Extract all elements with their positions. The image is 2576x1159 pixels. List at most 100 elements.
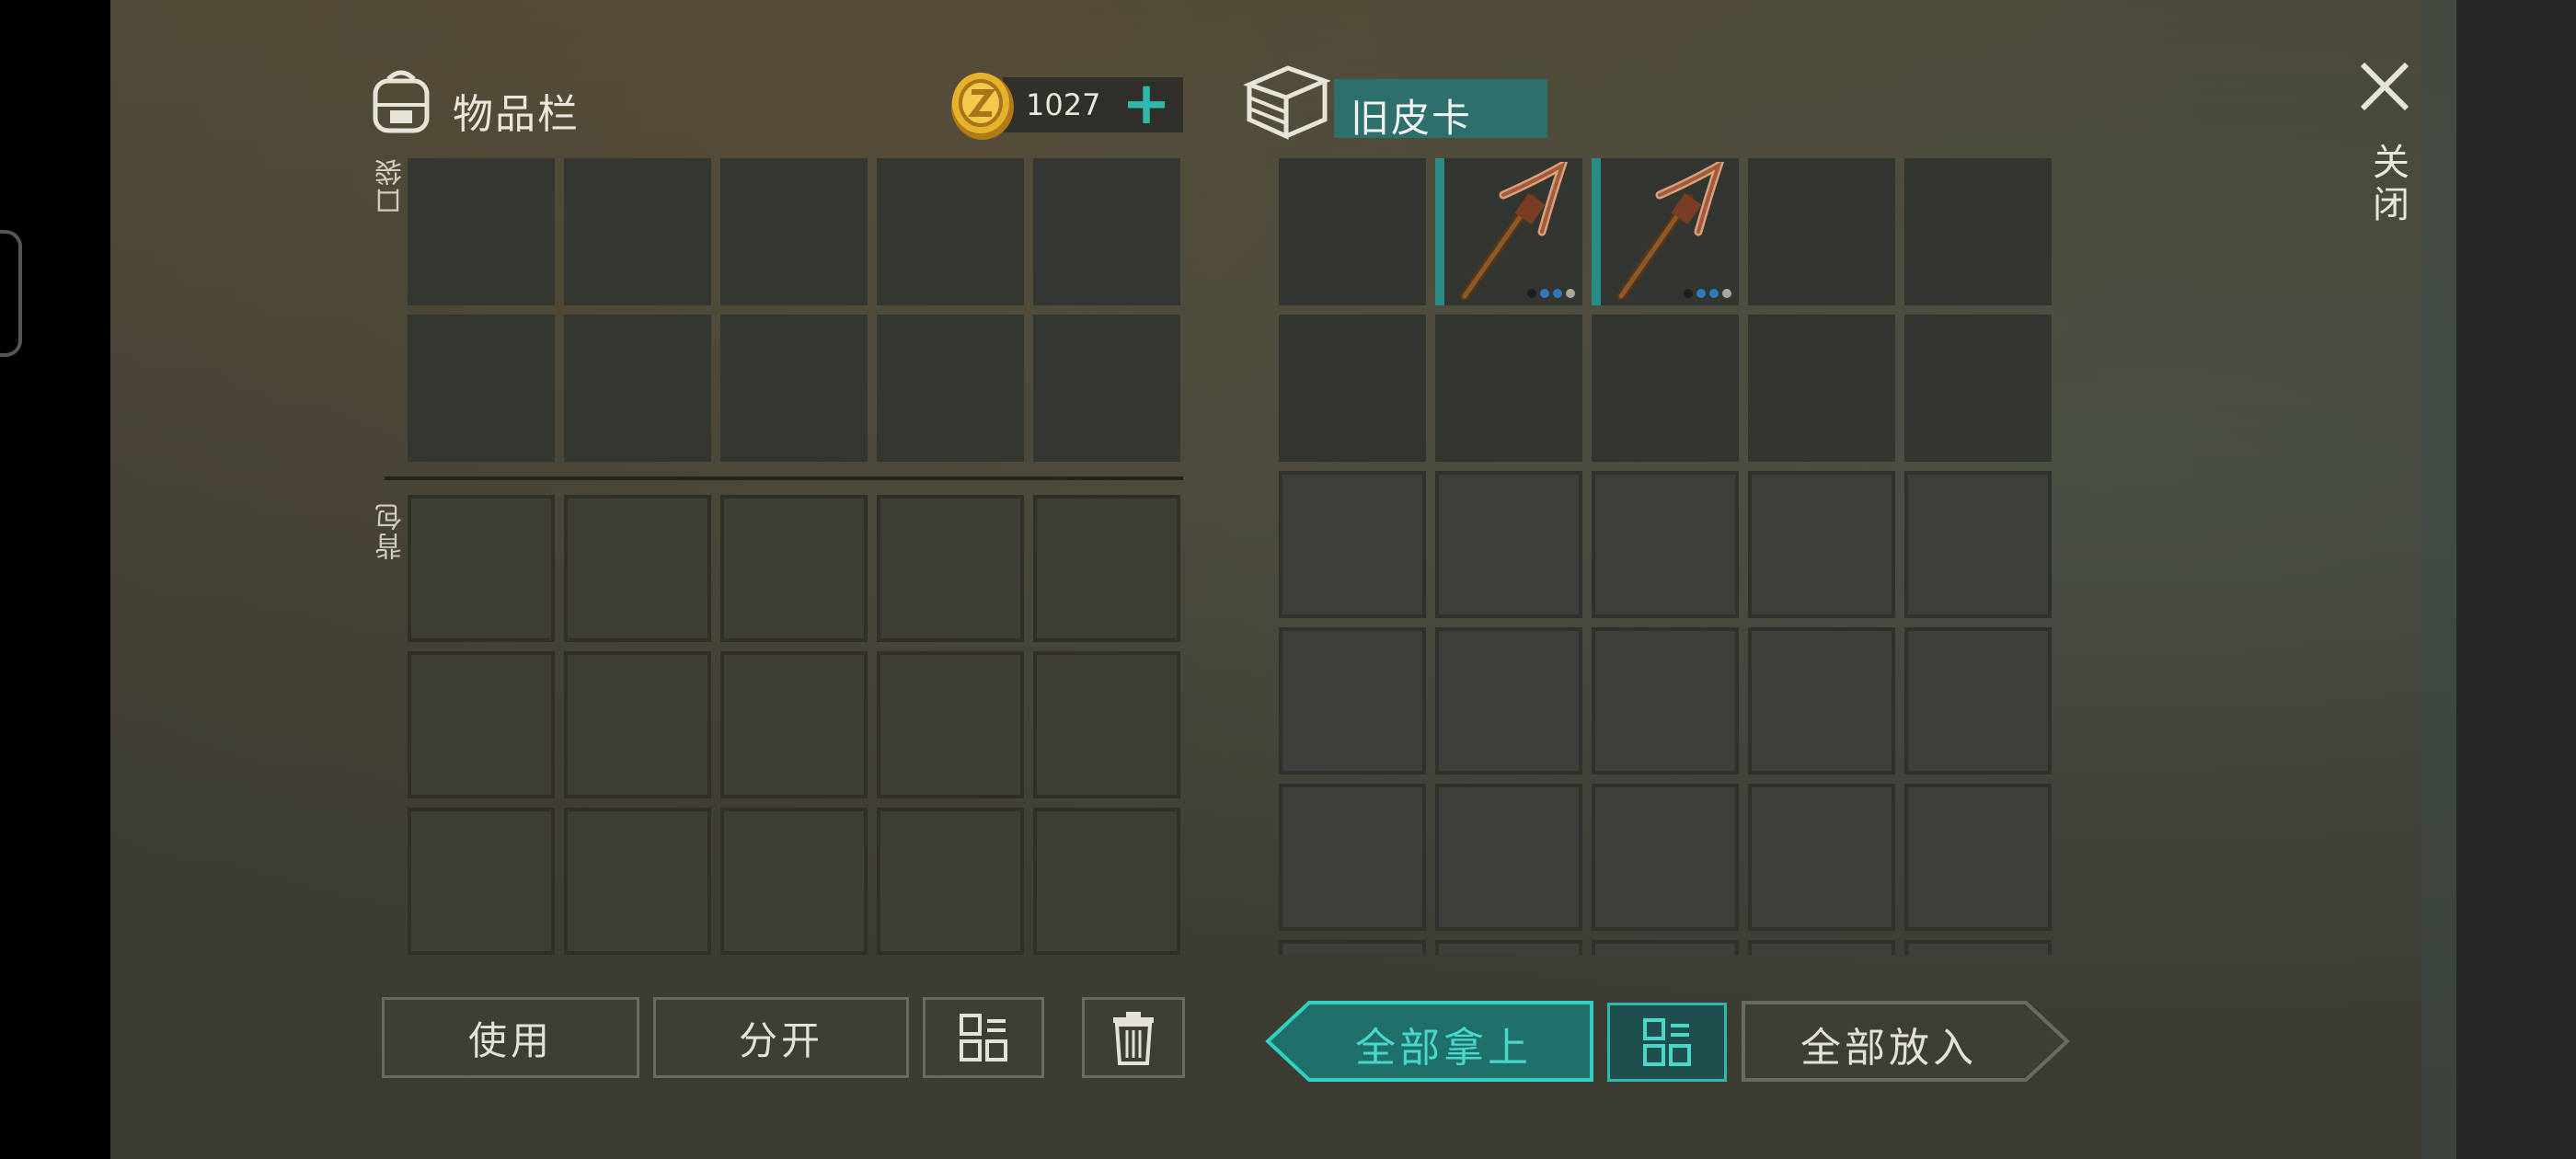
container-scroll-area[interactable] xyxy=(1279,158,2056,955)
pocket-grid xyxy=(408,158,1180,462)
pocket-slot[interactable] xyxy=(877,158,1024,305)
device-notch xyxy=(0,230,22,357)
take-all-button[interactable]: 全部拿上 xyxy=(1265,1001,1594,1082)
close-icon[interactable] xyxy=(2355,57,2414,116)
container-slot[interactable] xyxy=(1435,627,1582,775)
durability-dot xyxy=(1527,289,1536,298)
pocket-slot[interactable] xyxy=(408,315,555,462)
backpack-slot[interactable] xyxy=(720,651,868,798)
crate-icon xyxy=(1242,63,1331,142)
backpack-slot[interactable] xyxy=(720,495,868,642)
put-all-label: 全部放入 xyxy=(1800,1025,1977,1072)
container-slot[interactable] xyxy=(1592,940,1739,955)
backpack-slot[interactable] xyxy=(408,651,555,798)
grid-sort-icon xyxy=(1643,1018,1691,1066)
container-slot[interactable] xyxy=(1904,940,2052,955)
pickaxe-icon xyxy=(1460,162,1569,300)
container-name: 旧皮卡 xyxy=(1351,96,1473,141)
container-slot[interactable] xyxy=(1279,940,1426,955)
durability-dot xyxy=(1553,289,1562,298)
backpack-slot[interactable] xyxy=(564,495,711,642)
container-slot[interactable] xyxy=(1748,784,1895,931)
pickaxe-icon xyxy=(1616,162,1725,300)
backpack-slot[interactable] xyxy=(1033,651,1180,798)
pocket-slot[interactable] xyxy=(1033,315,1180,462)
container-grid xyxy=(1279,158,2052,955)
durability-indicator xyxy=(1527,289,1575,298)
backpack-label: 背包 xyxy=(375,501,408,560)
delete-button[interactable] xyxy=(1082,997,1185,1078)
container-slot[interactable] xyxy=(1435,315,1582,462)
backpack-slot[interactable] xyxy=(1033,808,1180,955)
add-currency-button[interactable]: + xyxy=(1121,75,1172,133)
container-slot[interactable] xyxy=(1279,158,1426,305)
pocket-slot[interactable] xyxy=(564,315,711,462)
container-slot[interactable] xyxy=(1279,784,1426,931)
container-slot[interactable] xyxy=(1592,315,1739,462)
trash-icon xyxy=(1113,1012,1154,1065)
inventory-title: 物品栏 xyxy=(453,91,580,138)
durability-dot xyxy=(1684,289,1693,298)
pocket-slot[interactable] xyxy=(1033,158,1180,305)
container-slot[interactable] xyxy=(1748,315,1895,462)
backpack-slot[interactable] xyxy=(408,495,555,642)
container-slot[interactable] xyxy=(1279,627,1426,775)
backpack-icon xyxy=(368,66,434,136)
put-all-button[interactable]: 全部放入 xyxy=(1741,1001,2070,1082)
container-slot[interactable] xyxy=(1279,471,1426,618)
screen-edge xyxy=(2456,0,2576,1159)
container-slot-item[interactable] xyxy=(1435,158,1582,305)
pocket-slot[interactable] xyxy=(564,158,711,305)
container-slot[interactable] xyxy=(1904,158,2052,305)
container-slot[interactable] xyxy=(1904,784,2052,931)
container-slot[interactable] xyxy=(1748,158,1895,305)
container-sort-button[interactable] xyxy=(1607,1003,1727,1082)
durability-indicator xyxy=(1684,289,1731,298)
pocket-slot[interactable] xyxy=(720,315,868,462)
backpack-slot[interactable] xyxy=(877,495,1024,642)
container-slot[interactable] xyxy=(1904,315,2052,462)
backpack-slot[interactable] xyxy=(564,808,711,955)
side-panel-strip xyxy=(2421,0,2456,1159)
container-slot[interactable] xyxy=(1435,784,1582,931)
split-button[interactable]: 分开 xyxy=(653,997,909,1078)
grid-sort-icon xyxy=(960,1014,1007,1061)
pocket-label: 口袋 xyxy=(375,156,408,215)
pocket-slot[interactable] xyxy=(408,158,555,305)
sort-button[interactable] xyxy=(923,997,1044,1078)
section-divider xyxy=(385,476,1183,480)
pocket-slot[interactable] xyxy=(720,158,868,305)
item-highlight-bar xyxy=(1592,158,1601,305)
durability-dot xyxy=(1540,289,1549,298)
coin-icon xyxy=(948,68,1018,142)
container-slot[interactable] xyxy=(1592,471,1739,618)
use-button[interactable]: 使用 xyxy=(382,997,639,1078)
backpack-slot[interactable] xyxy=(877,808,1024,955)
container-slot[interactable] xyxy=(1592,784,1739,931)
container-slot-item[interactable] xyxy=(1592,158,1739,305)
container-slot[interactable] xyxy=(1592,627,1739,775)
backpack-slot[interactable] xyxy=(877,651,1024,798)
container-slot[interactable] xyxy=(1279,315,1426,462)
container-slot[interactable] xyxy=(1748,940,1895,955)
backpack-slot[interactable] xyxy=(564,651,711,798)
take-all-label: 全部拿上 xyxy=(1355,1025,1532,1072)
backpack-grid xyxy=(408,495,1180,955)
close-label[interactable]: 关闭 xyxy=(2363,143,2414,227)
container-slot[interactable] xyxy=(1904,471,2052,618)
container-slot[interactable] xyxy=(1748,627,1895,775)
currency-amount: 1027 xyxy=(1026,87,1101,122)
container-slot[interactable] xyxy=(1904,627,2052,775)
container-slot[interactable] xyxy=(1435,940,1582,955)
backpack-slot[interactable] xyxy=(720,808,868,955)
durability-dot xyxy=(1566,289,1575,298)
backpack-slot[interactable] xyxy=(408,808,555,955)
durability-dot xyxy=(1696,289,1706,298)
backpack-slot[interactable] xyxy=(1033,495,1180,642)
container-slot[interactable] xyxy=(1748,471,1895,618)
container-slot[interactable] xyxy=(1435,471,1582,618)
backpack-scroll-area[interactable] xyxy=(408,495,1185,955)
durability-dot xyxy=(1709,289,1719,298)
durability-dot xyxy=(1722,289,1731,298)
pocket-slot[interactable] xyxy=(877,315,1024,462)
